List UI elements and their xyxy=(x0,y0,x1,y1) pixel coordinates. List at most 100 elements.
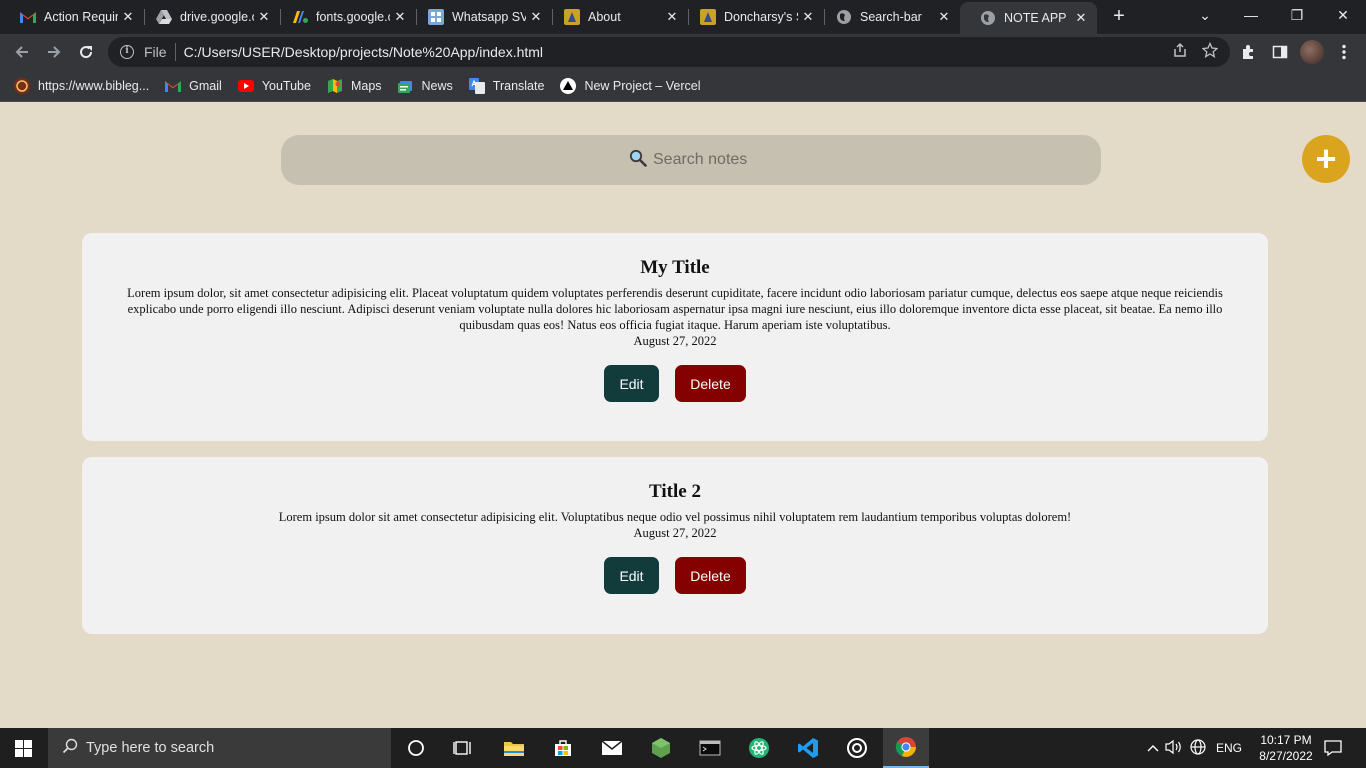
search-icon xyxy=(629,149,647,172)
tab-about[interactable]: About ✕ xyxy=(544,0,688,34)
tab-fonts[interactable]: fonts.google.com ✕ xyxy=(272,0,416,34)
info-icon[interactable]: i xyxy=(120,45,134,59)
vscode-icon[interactable] xyxy=(785,728,831,768)
store-icon[interactable] xyxy=(540,728,586,768)
delete-button[interactable]: Delete xyxy=(675,557,746,594)
gmail-icon xyxy=(165,78,182,94)
atom-icon[interactable] xyxy=(736,728,782,768)
close-icon[interactable]: ✕ xyxy=(118,9,138,25)
close-icon[interactable]: ✕ xyxy=(254,9,274,25)
chrome-icon[interactable] xyxy=(883,728,929,768)
bookmark-label: YouTube xyxy=(261,78,311,93)
tab-search-bar[interactable]: Search-bar ✕ xyxy=(816,0,960,34)
tab-doncharsy[interactable]: Doncharsy's Site ✕ xyxy=(680,0,824,34)
omnibox-separator xyxy=(174,43,176,61)
clock[interactable]: 10:17 PM 8/27/2022 xyxy=(1254,732,1318,764)
task-view-icon[interactable] xyxy=(440,728,486,768)
arrow-right-icon xyxy=(48,46,61,58)
close-window-button[interactable]: ✕ xyxy=(1320,0,1366,30)
bookmark-vercel[interactable]: New Project – Vercel xyxy=(560,77,700,94)
bookmark-gmail[interactable]: Gmail xyxy=(165,78,222,94)
volume-icon[interactable] xyxy=(1162,739,1186,758)
bookmarks-bar: https://www.bibleg... Gmail YouTube Maps… xyxy=(0,70,1366,102)
delete-button[interactable]: Delete xyxy=(675,365,746,402)
share-icon[interactable] xyxy=(1172,42,1188,62)
search-input[interactable] xyxy=(653,151,753,169)
cortana-icon[interactable] xyxy=(393,728,439,768)
taskbar-search[interactable]: Type here to search xyxy=(48,728,391,768)
bookmark-biblegateway[interactable]: https://www.bibleg... xyxy=(14,77,149,94)
browser-toolbar: i File C:/Users/USER/Desktop/projects/No… xyxy=(0,34,1366,70)
tab-search-button[interactable]: ⌄ xyxy=(1182,0,1228,30)
close-icon[interactable]: ✕ xyxy=(662,9,682,25)
file-explorer-icon[interactable] xyxy=(491,728,537,768)
repo-icon xyxy=(428,9,444,25)
tab-strip: Action Required ✕ drive.google.com ✕ fon… xyxy=(0,0,1366,34)
new-tab-button[interactable]: + xyxy=(1108,5,1130,27)
star-icon[interactable] xyxy=(1201,41,1219,62)
notifications-icon[interactable] xyxy=(1312,728,1354,768)
windows-start-icon[interactable] xyxy=(15,740,32,757)
language-indicator[interactable]: ENG xyxy=(1216,741,1242,755)
mail-icon[interactable] xyxy=(589,728,635,768)
note-app-page: + My Title Lorem ipsum dolor, sit amet c… xyxy=(0,103,1366,728)
gmail-icon xyxy=(20,9,36,25)
url-text[interactable]: C:/Users/USER/Desktop/projects/Note%20Ap… xyxy=(184,44,543,60)
tab-drive[interactable]: drive.google.com ✕ xyxy=(136,0,280,34)
edit-button[interactable]: Edit xyxy=(604,557,659,594)
note-card: Title 2 Lorem ipsum dolor sit amet conse… xyxy=(82,457,1268,634)
search-bar[interactable] xyxy=(281,135,1101,185)
forward-button[interactable] xyxy=(40,38,68,66)
globe-icon xyxy=(980,10,996,26)
minimize-button[interactable]: — xyxy=(1228,0,1274,30)
bookmark-translate[interactable]: Translate xyxy=(468,77,544,94)
tab-title: Search-bar xyxy=(860,10,922,24)
maps-icon xyxy=(327,78,343,94)
search-icon xyxy=(62,738,78,759)
tab-action-required[interactable]: Action Required ✕ xyxy=(0,0,144,34)
reload-button[interactable] xyxy=(72,38,100,66)
tab-title: About xyxy=(588,10,621,24)
terminal-icon[interactable] xyxy=(687,728,733,768)
note-body: Lorem ipsum dolor, sit amet consectetur … xyxy=(127,286,1223,332)
tab-whatsapp-svg[interactable]: Whatsapp SVG ✕ xyxy=(408,0,552,34)
network-globe-icon[interactable] xyxy=(1186,738,1210,758)
note-actions: Edit Delete xyxy=(82,365,1268,402)
close-icon[interactable]: ✕ xyxy=(1071,10,1091,26)
note-title: Title 2 xyxy=(649,481,701,502)
close-icon[interactable]: ✕ xyxy=(390,9,410,25)
profile-avatar[interactable] xyxy=(1300,40,1324,64)
clock-time: 10:17 PM xyxy=(1260,733,1312,747)
back-button[interactable] xyxy=(8,38,36,66)
tab-note-app[interactable]: NOTE APP ✕ xyxy=(960,2,1097,34)
note-date: August 27, 2022 xyxy=(633,334,717,348)
tab-title: Action Required xyxy=(44,10,118,24)
taskbar-search-placeholder: Type here to search xyxy=(86,740,215,756)
edit-button[interactable]: Edit xyxy=(604,365,659,402)
restore-button[interactable]: ❐ xyxy=(1274,0,1320,30)
taskbar: Type here to search ENG 10:17 PM 8/27/20… xyxy=(0,728,1366,768)
close-icon[interactable]: ✕ xyxy=(526,9,546,25)
extensions-icon[interactable] xyxy=(1236,40,1260,64)
reload-icon xyxy=(80,46,93,59)
nodejs-icon[interactable] xyxy=(638,728,684,768)
vercel-icon xyxy=(560,77,577,94)
youtube-icon xyxy=(237,78,254,94)
tab-title: drive.google.com xyxy=(180,10,254,24)
bookmark-youtube[interactable]: YouTube xyxy=(237,78,311,94)
chevron-up-icon[interactable] xyxy=(1144,741,1162,755)
davinci-icon[interactable] xyxy=(834,728,880,768)
bookmark-maps[interactable]: Maps xyxy=(327,78,382,94)
tab-title: NOTE APP xyxy=(1004,11,1067,25)
menu-icon[interactable] xyxy=(1332,40,1356,64)
side-panel-icon[interactable] xyxy=(1268,40,1292,64)
close-icon[interactable]: ✕ xyxy=(798,9,818,25)
bookmark-label: News xyxy=(421,78,453,93)
add-note-button[interactable]: + xyxy=(1302,135,1350,183)
bookmark-news[interactable]: News xyxy=(397,78,453,94)
scheme-label: File xyxy=(144,44,167,60)
address-bar[interactable]: i File C:/Users/USER/Desktop/projects/No… xyxy=(108,37,1230,67)
bookmark-label: Gmail xyxy=(189,78,222,93)
close-icon[interactable]: ✕ xyxy=(934,9,954,25)
note-card: My Title Lorem ipsum dolor, sit amet con… xyxy=(82,233,1268,441)
